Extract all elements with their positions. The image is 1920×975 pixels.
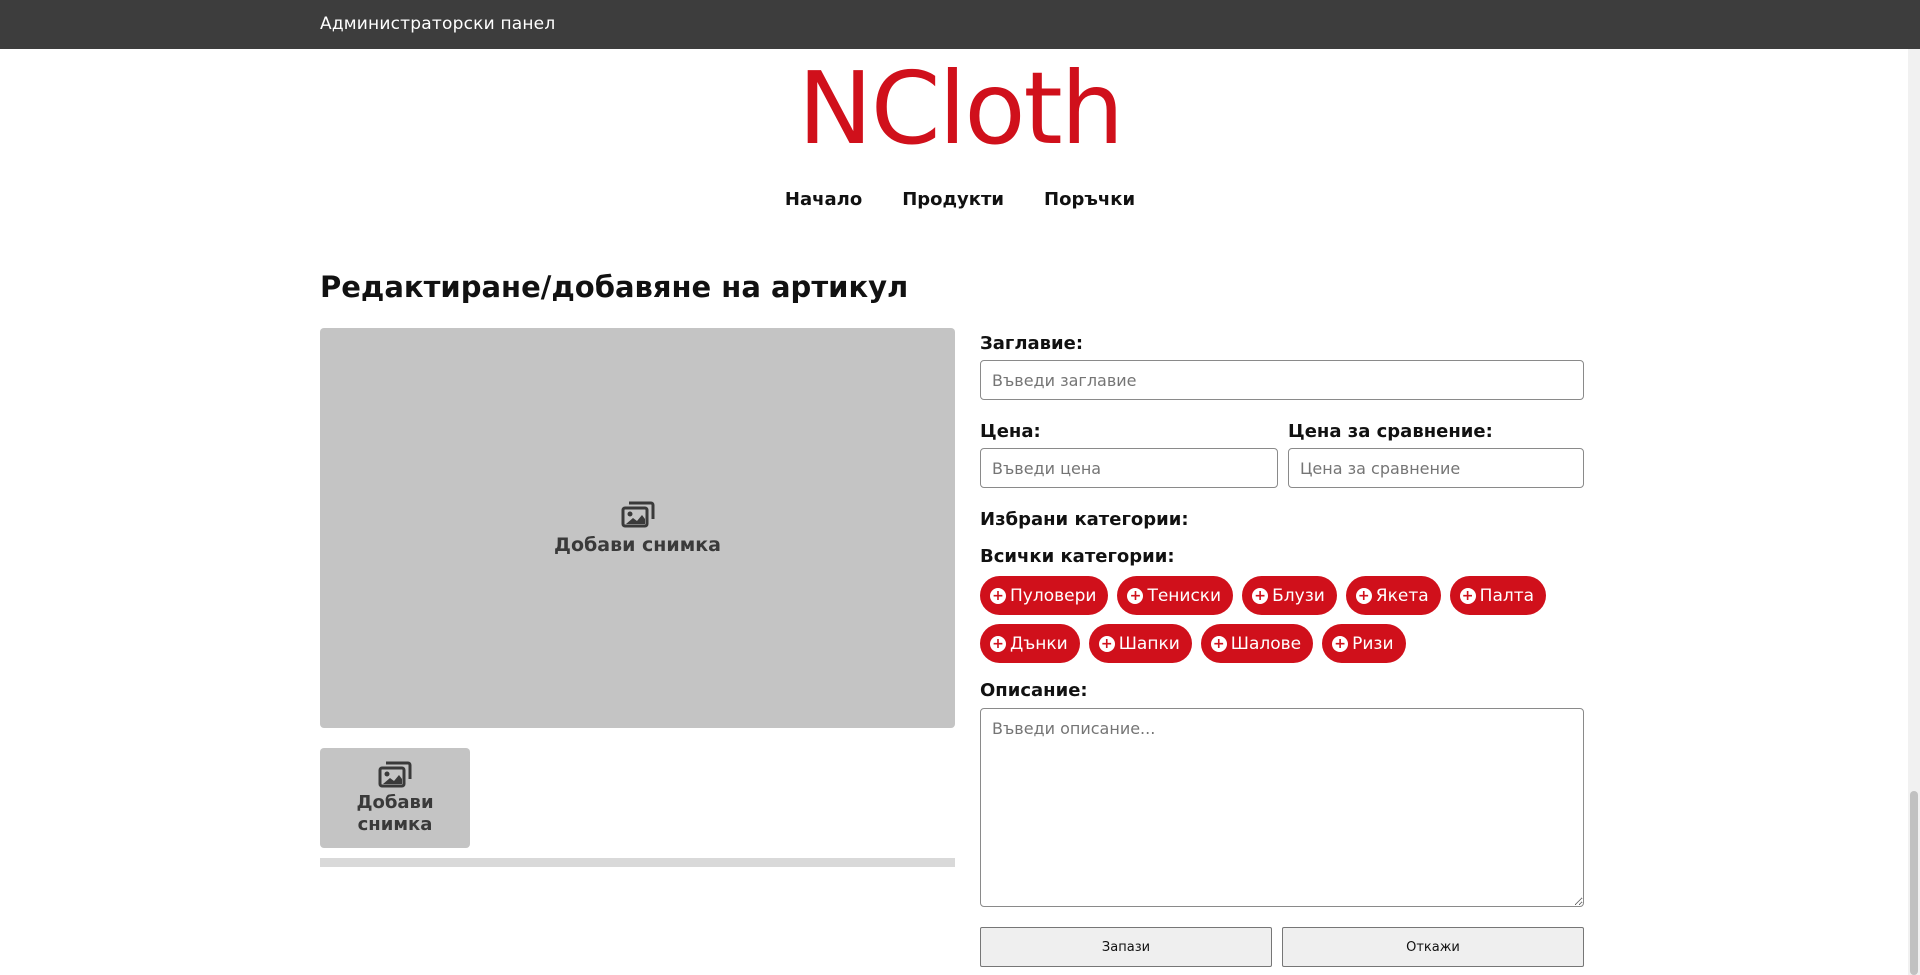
compare-price-label: Цена за сравнение: (1288, 421, 1493, 442)
category-chip-scarves[interactable]: + Шалове (1200, 624, 1314, 663)
selected-categories-label: Избрани категории: (980, 509, 1189, 530)
save-button[interactable]: Запази (980, 927, 1272, 967)
thumbnail-scroll-track[interactable] (320, 858, 955, 867)
category-chip-label: Блузи (1272, 585, 1325, 606)
cancel-button[interactable]: Откажи (1282, 927, 1584, 967)
category-chip-list: + Пуловери + Тениски + Блузи + Якета + Палта … (980, 576, 1590, 663)
category-chip-label: Ризи (1352, 633, 1394, 654)
add-photo-label: Добави снимка (554, 534, 721, 556)
thumbnail-add-photo-button[interactable]: Добави снимка (320, 748, 470, 848)
category-chip-label: Пуловери (1010, 585, 1097, 606)
page-title: Редактиране/добавяне на артикул (320, 270, 909, 304)
nav-item-home[interactable]: Начало (785, 189, 862, 215)
nav-item-orders[interactable]: Поръчки (1044, 189, 1135, 215)
category-chip-coats[interactable]: + Палта (1449, 576, 1547, 615)
title-input[interactable] (980, 360, 1584, 400)
plus-circle-icon: + (1332, 635, 1349, 652)
brand-logo[interactable]: NCloth (780, 54, 1140, 164)
images-icon (378, 760, 412, 792)
category-chip-label: Шалове (1230, 633, 1302, 654)
main-image-upload[interactable]: Добави снимка (320, 328, 955, 728)
main-nav: Начало Продукти Поръчки (760, 189, 1160, 215)
category-chip-label: Тениски (1147, 585, 1222, 606)
plus-circle-icon: + (990, 587, 1006, 604)
category-chip-blouses[interactable]: + Блузи (1242, 576, 1337, 615)
images-icon (621, 500, 655, 532)
category-chip-label: Якета (1375, 585, 1429, 606)
category-chip-pullovers[interactable]: + Пуловери (980, 576, 1109, 615)
admin-panel-title: Администраторски панел (320, 14, 556, 34)
plus-circle-icon: + (990, 635, 1006, 652)
description-label: Описание: (980, 680, 1088, 701)
category-chip-hats[interactable]: + Шапки (1088, 624, 1192, 663)
plus-circle-icon: + (1127, 587, 1144, 604)
compare-price-input[interactable] (1288, 448, 1584, 488)
price-label: Цена: (980, 421, 1041, 442)
category-chip-jeans[interactable]: + Дънки (980, 624, 1080, 663)
category-chip-label: Дънки (1010, 633, 1068, 654)
plus-circle-icon: + (1252, 587, 1269, 604)
category-chip-tshirts[interactable]: + Тениски (1117, 576, 1234, 615)
plus-circle-icon: + (1355, 587, 1372, 604)
thumbnail-add-photo-label: Добави снимка (356, 792, 434, 835)
plus-circle-icon: + (1459, 587, 1476, 604)
top-bar: Администраторски панел (0, 0, 1920, 49)
all-categories-label: Всички категории: (980, 546, 1175, 567)
category-chip-shirts[interactable]: + Ризи (1322, 624, 1406, 663)
page-scrollbar[interactable] (1908, 49, 1920, 975)
category-chip-label: Шапки (1118, 633, 1180, 654)
nav-item-products[interactable]: Продукти (902, 189, 1004, 215)
title-label: Заглавие: (980, 333, 1084, 354)
scrollbar-thumb[interactable] (1910, 791, 1918, 975)
category-chip-jackets[interactable]: + Якета (1345, 576, 1441, 615)
plus-circle-icon: + (1098, 635, 1115, 652)
description-textarea[interactable] (980, 708, 1584, 907)
category-chip-label: Палта (1479, 585, 1535, 606)
plus-circle-icon: + (1210, 635, 1227, 652)
price-input[interactable] (980, 448, 1278, 488)
